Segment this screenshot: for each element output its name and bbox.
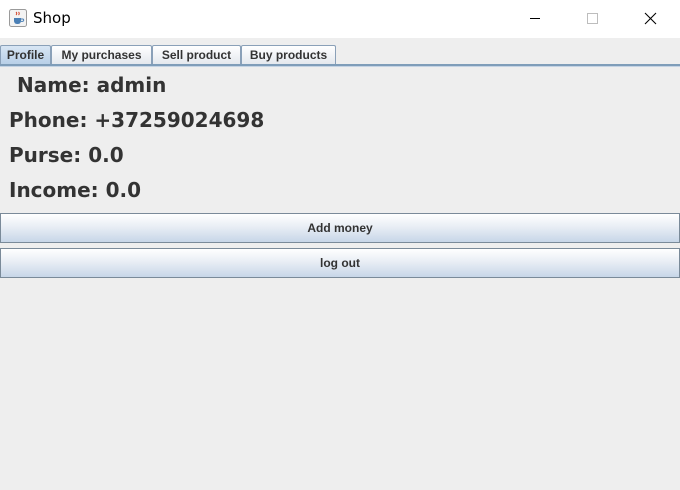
maximize-button[interactable] [569, 0, 615, 38]
close-icon [644, 12, 657, 25]
minimize-button[interactable] [512, 0, 558, 38]
tab-buy-products[interactable]: Buy products [241, 45, 336, 64]
tab-sell-product[interactable]: Sell product [152, 45, 241, 64]
window-title: Shop [33, 9, 71, 27]
profile-name: Name: admin [17, 73, 167, 97]
minimize-icon [530, 18, 540, 19]
add-money-button[interactable]: Add money [0, 213, 680, 243]
profile-phone: Phone: +37259024698 [9, 108, 265, 132]
tab-divider-highlight [0, 66, 680, 67]
profile-income: Income: 0.0 [9, 178, 142, 202]
tab-profile[interactable]: Profile [0, 45, 51, 64]
log-out-button[interactable]: log out [0, 248, 680, 278]
java-cup-icon [9, 9, 27, 27]
title-bar: Shop [0, 0, 680, 38]
maximize-icon [587, 13, 598, 24]
close-button[interactable] [628, 0, 674, 38]
tab-my-purchases[interactable]: My purchases [51, 45, 152, 64]
profile-purse: Purse: 0.0 [9, 143, 124, 167]
